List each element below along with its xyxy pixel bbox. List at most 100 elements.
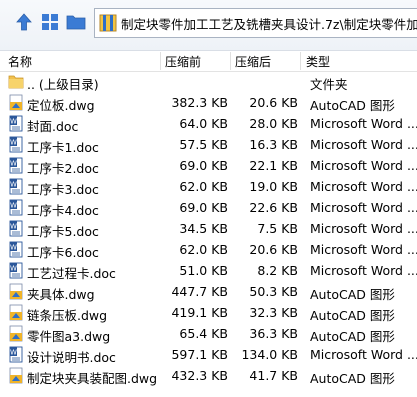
file-name: 工序卡5.doc: [27, 224, 99, 239]
file-packed-size: 28.0 KB: [249, 116, 298, 131]
file-row[interactable]: 制定块夹具装配图.dwg 432.3 KB 41.7 KB AutoCAD 图形: [0, 365, 417, 386]
svg-text:W: W: [10, 139, 17, 147]
file-type: Microsoft Word ...: [310, 137, 417, 152]
file-packed-size: 16.3 KB: [249, 137, 298, 152]
file-name: 封面.doc: [27, 119, 79, 134]
file-name: 设计说明书.doc: [27, 350, 116, 365]
file-type: Microsoft Word ...: [310, 347, 417, 362]
doc-file-icon: W: [8, 241, 24, 258]
file-row[interactable]: W 工序卡3.doc 62.0 KB 19.0 KB Microsoft Word ..…: [0, 176, 417, 197]
file-name: 工艺过程卡.doc: [27, 266, 116, 281]
file-row[interactable]: W 设计说明书.doc 597.1 KB 134.0 KB Microsoft Word…: [0, 344, 417, 365]
svg-text:W: W: [10, 244, 17, 252]
folder-icon[interactable]: [66, 12, 86, 32]
file-row[interactable]: W 工序卡4.doc 69.0 KB 22.6 KB Microsoft Word ..…: [0, 197, 417, 218]
doc-file-icon: W: [8, 136, 24, 153]
dwg-file-icon: [8, 304, 24, 321]
file-row[interactable]: 零件图a3.dwg 65.4 KB 36.3 KB AutoCAD 图形: [0, 323, 417, 344]
column-packed[interactable]: 压缩后: [235, 53, 271, 70]
file-size: 34.5 KB: [179, 221, 228, 236]
doc-file-icon: W: [8, 220, 24, 237]
file-size: 382.3 KB: [171, 95, 228, 110]
file-row[interactable]: W 工艺过程卡.doc 51.0 KB 8.2 KB Microsoft Word ..…: [0, 260, 417, 281]
file-packed-size: 22.6 KB: [249, 200, 298, 215]
file-type: Microsoft Word ...: [310, 200, 417, 215]
doc-file-icon: W: [8, 115, 24, 132]
file-row[interactable]: 链条压板.dwg 419.1 KB 32.3 KB AutoCAD 图形: [0, 302, 417, 323]
file-row[interactable]: 定位板.dwg 382.3 KB 20.6 KB AutoCAD 图形: [0, 92, 417, 113]
doc-file-icon: W: [8, 262, 24, 279]
column-divider[interactable]: [230, 52, 231, 70]
file-size: 432.3 KB: [171, 368, 228, 383]
file-name: 工序卡3.doc: [27, 182, 99, 197]
file-packed-size: 134.0 KB: [241, 347, 298, 362]
file-packed-size: 50.3 KB: [249, 284, 298, 299]
doc-file-icon: W: [8, 346, 24, 363]
svg-text:W: W: [10, 223, 17, 231]
file-row[interactable]: 夹具体.dwg 447.7 KB 50.3 KB AutoCAD 图形: [0, 281, 417, 302]
file-size: 62.0 KB: [179, 179, 228, 194]
file-type: Microsoft Word ...: [310, 263, 417, 278]
file-type: AutoCAD 图形: [310, 308, 395, 323]
column-name[interactable]: 名称: [8, 53, 32, 70]
file-type: AutoCAD 图形: [310, 329, 395, 344]
file-type: Microsoft Word ...: [310, 116, 417, 131]
doc-file-icon: W: [8, 178, 24, 195]
file-row[interactable]: .. (上级目录) 文件夹: [0, 71, 417, 92]
file-packed-size: 20.6 KB: [249, 95, 298, 110]
file-type: 文件夹: [310, 77, 348, 92]
file-size: 447.7 KB: [171, 284, 228, 299]
file-size: 419.1 KB: [171, 305, 228, 320]
file-row[interactable]: W 工序卡6.doc 62.0 KB 20.6 KB Microsoft Word ..…: [0, 239, 417, 260]
file-name: 零件图a3.dwg: [27, 329, 111, 344]
file-name: 工序卡4.doc: [27, 203, 99, 218]
folder-icon: [8, 73, 24, 90]
file-packed-size: 7.5 KB: [257, 221, 298, 236]
file-row[interactable]: W 工序卡2.doc 69.0 KB 22.1 KB Microsoft Word ..…: [0, 155, 417, 176]
file-type: Microsoft Word ...: [310, 179, 417, 194]
svg-text:W: W: [10, 160, 17, 168]
file-type: Microsoft Word ...: [310, 221, 417, 236]
svg-text:W: W: [10, 181, 17, 189]
up-arrow-icon[interactable]: [14, 12, 34, 32]
file-name: 工序卡6.doc: [27, 245, 99, 260]
doc-file-icon: W: [8, 199, 24, 216]
toolbar: 制定块零件加工工艺及铣槽夹具设计.7z\制定块零件加工工: [0, 0, 417, 51]
file-name: 工序卡2.doc: [27, 161, 99, 176]
file-size: 597.1 KB: [171, 347, 228, 362]
column-type[interactable]: 类型: [306, 53, 330, 70]
column-divider[interactable]: [160, 52, 161, 70]
address-text: 制定块零件加工工艺及铣槽夹具设计.7z\制定块零件加工工: [121, 16, 417, 32]
svg-text:W: W: [10, 118, 17, 126]
file-size: 51.0 KB: [179, 263, 228, 278]
file-name: 定位板.dwg: [27, 98, 95, 113]
file-row[interactable]: W 工序卡5.doc 34.5 KB 7.5 KB Microsoft Word ...: [0, 218, 417, 239]
file-size: 64.0 KB: [179, 116, 228, 131]
dwg-file-icon: [8, 367, 24, 384]
file-size: 62.0 KB: [179, 242, 228, 257]
file-packed-size: 20.6 KB: [249, 242, 298, 257]
grid-view-icon[interactable]: [40, 12, 60, 32]
column-header: 名称 压缩前 压缩后 类型: [0, 51, 417, 72]
file-packed-size: 41.7 KB: [249, 368, 298, 383]
svg-text:W: W: [10, 349, 17, 357]
file-size: 69.0 KB: [179, 158, 228, 173]
address-bar[interactable]: 制定块零件加工工艺及铣槽夹具设计.7z\制定块零件加工工: [94, 8, 417, 38]
file-name: 链条压板.dwg: [27, 308, 108, 323]
file-type: Microsoft Word ...: [310, 242, 417, 257]
file-type: Microsoft Word ...: [310, 158, 417, 173]
file-row[interactable]: W 工序卡1.doc 57.5 KB 16.3 KB Microsoft Word ..…: [0, 134, 417, 155]
file-size: 65.4 KB: [179, 326, 228, 341]
file-type: AutoCAD 图形: [310, 287, 395, 302]
dwg-file-icon: [8, 94, 24, 111]
dwg-file-icon: [8, 283, 24, 300]
file-type: AutoCAD 图形: [310, 371, 395, 386]
file-name: .. (上级目录): [27, 77, 99, 92]
archive-icon: [99, 14, 117, 32]
file-row[interactable]: W 封面.doc 64.0 KB 28.0 KB Microsoft Word ...: [0, 113, 417, 134]
dwg-file-icon: [8, 325, 24, 342]
file-packed-size: 8.2 KB: [257, 263, 298, 278]
column-size[interactable]: 压缩前: [165, 53, 201, 70]
column-divider[interactable]: [300, 52, 301, 70]
file-name: 夹具体.dwg: [27, 287, 95, 302]
